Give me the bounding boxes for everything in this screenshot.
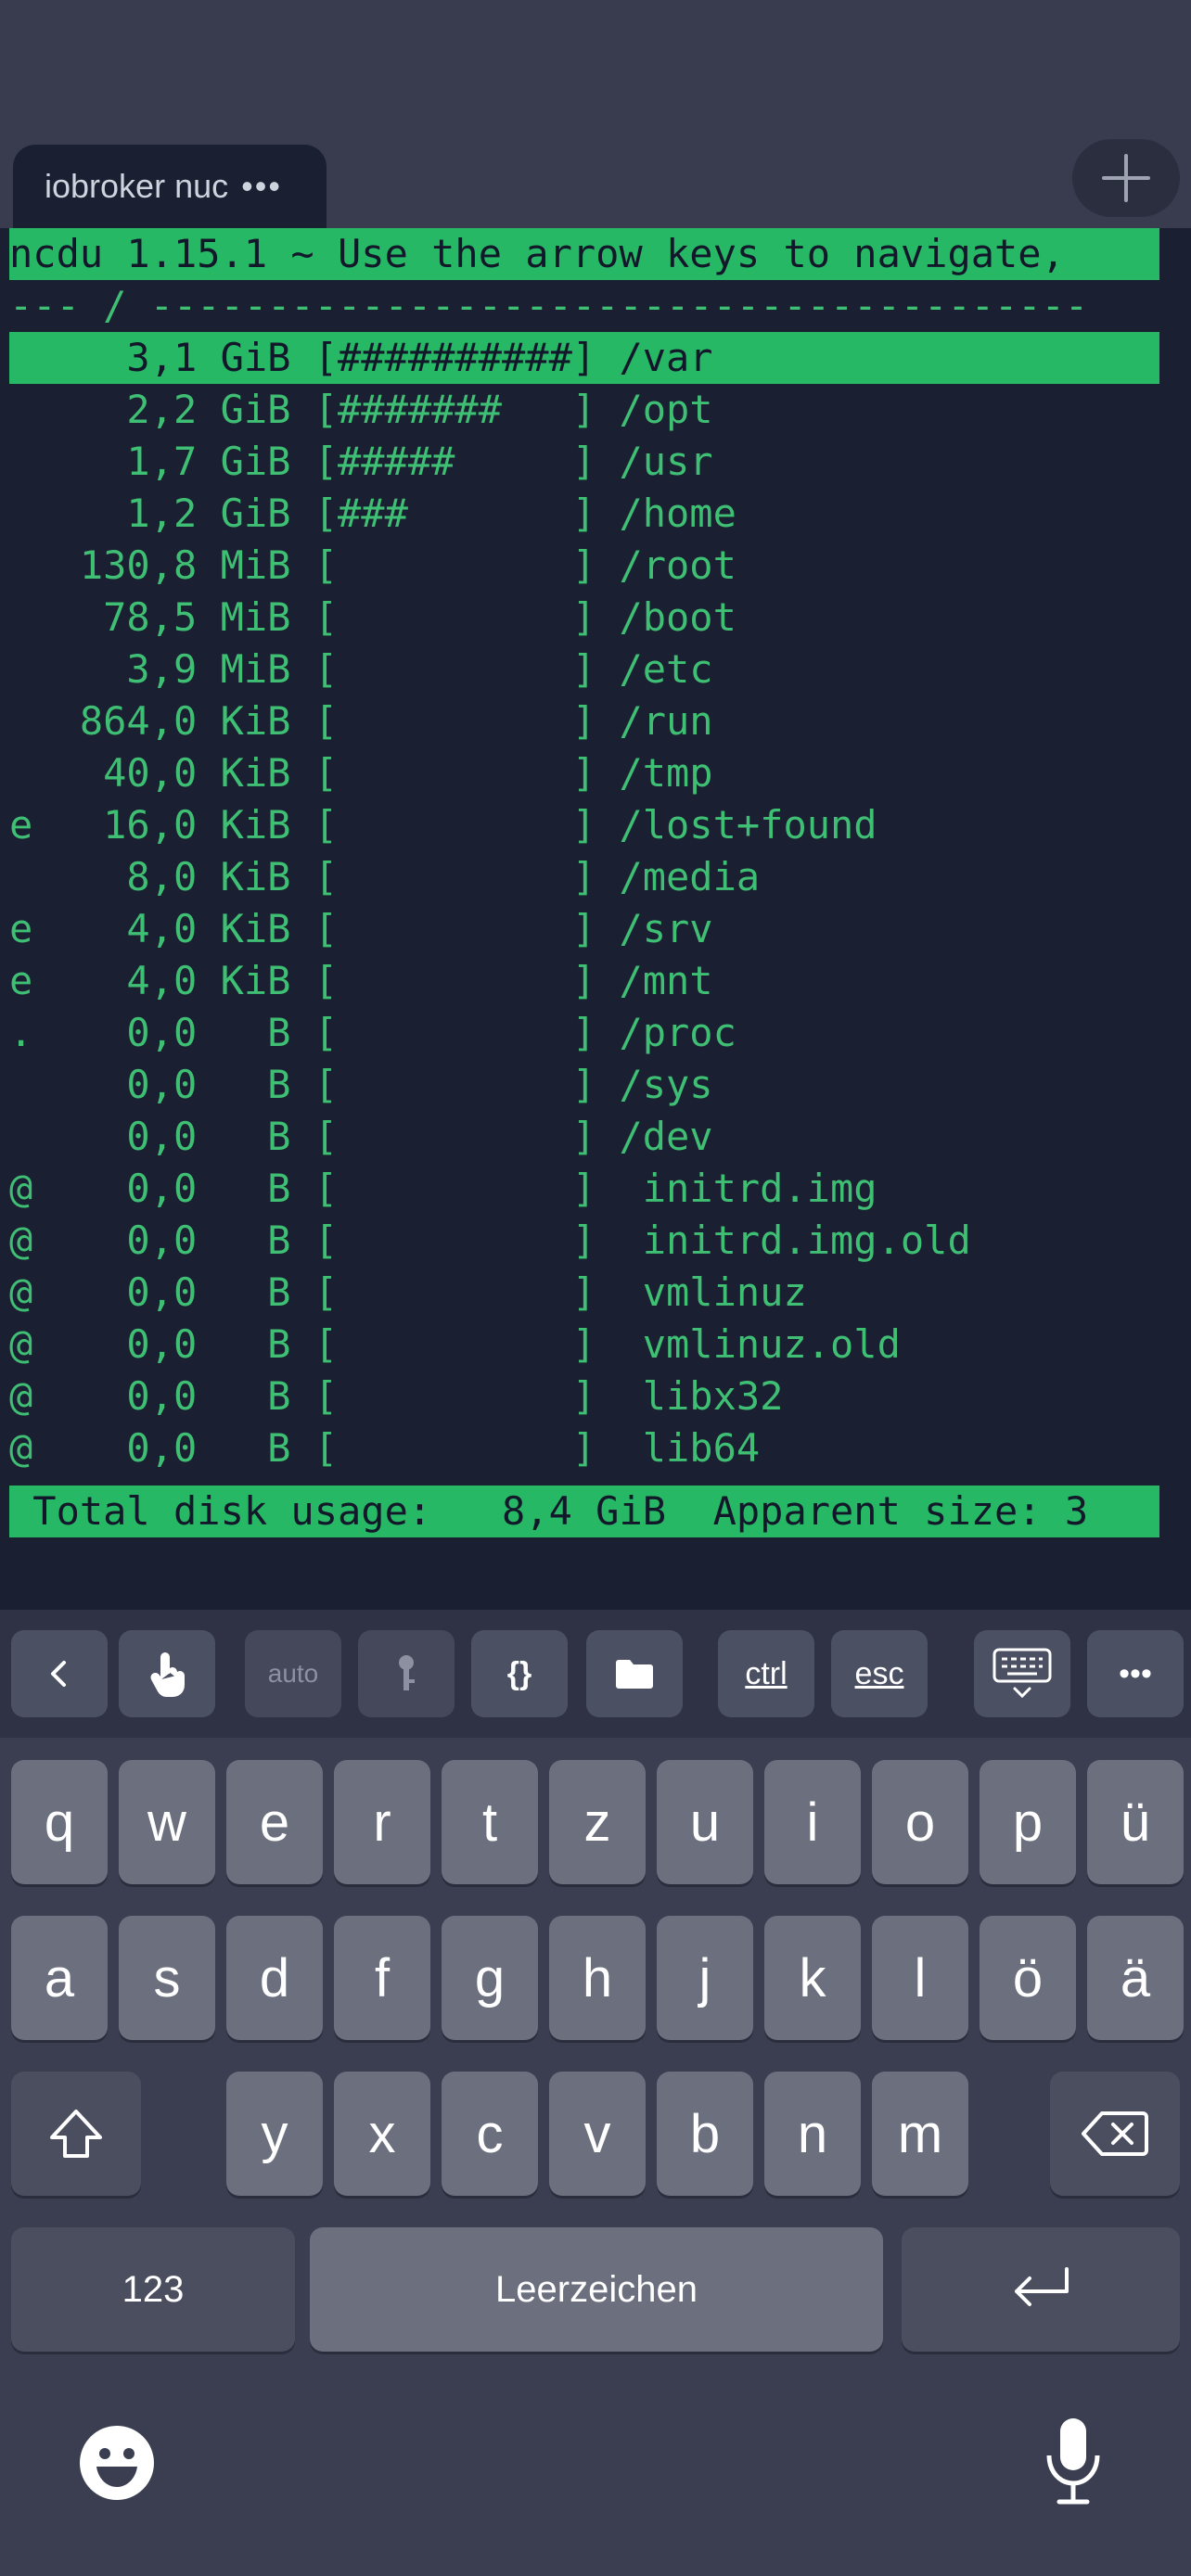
backspace-key[interactable] (1050, 2072, 1180, 2196)
backspace-icon (1082, 2111, 1148, 2156)
key-z[interactable]: z (549, 1760, 646, 1884)
key-c[interactable]: c (442, 2072, 538, 2196)
software-keyboard: q w e r t z u i o p ü a s d f g h j k l … (0, 1738, 1191, 2576)
key-o-umlaut[interactable]: ö (980, 1916, 1076, 2040)
emoji-icon (80, 2426, 154, 2500)
terminal-row-selected[interactable]: 3,1 GiB [##########] /var (9, 332, 1159, 384)
key-i[interactable]: i (764, 1760, 861, 1884)
key-r[interactable]: r (334, 1760, 430, 1884)
accessory-braces-button[interactable]: {} (471, 1630, 568, 1717)
terminal-row[interactable]: e 4,0 KiB [ ] /mnt (9, 955, 713, 1007)
key-w[interactable]: w (119, 1760, 215, 1884)
keyboard-hide-icon (992, 1648, 1052, 1699)
accessory-back-button[interactable] (11, 1630, 108, 1717)
terminal-path-line: --- / ----------------------------------… (9, 283, 1089, 328)
key-d[interactable]: d (226, 1916, 323, 2040)
key-b[interactable]: b (657, 2072, 753, 2196)
key-m[interactable]: m (872, 2072, 968, 2196)
key-s[interactable]: s (119, 1916, 215, 2040)
key-l[interactable]: l (872, 1916, 968, 2040)
key-j[interactable]: j (657, 1916, 753, 2040)
folder-icon (616, 1660, 653, 1689)
accessory-hide-keyboard-button[interactable] (974, 1630, 1070, 1717)
key-e[interactable]: e (226, 1760, 323, 1884)
keyboard-accessory-bar: auto {} ctrl esc ••• (0, 1610, 1191, 1738)
terminal-row[interactable]: 2,2 GiB [####### ] /opt (9, 384, 712, 436)
return-key[interactable] (902, 2227, 1180, 2352)
terminal-row[interactable]: @ 0,0 B [ ] lib64 (9, 1422, 760, 1474)
numbers-key[interactable]: 123 (11, 2227, 295, 2352)
terminal-row[interactable]: 8,0 KiB [ ] /media (9, 851, 760, 903)
terminal-status-line: Total disk usage: 8,4 GiB Apparent size:… (9, 1486, 1159, 1537)
terminal-row[interactable]: @ 0,0 B [ ] vmlinuz.old (9, 1319, 901, 1371)
terminal-row[interactable]: e 16,0 KiB [ ] /lost+found (9, 799, 877, 851)
key-g[interactable]: g (442, 1916, 538, 2040)
terminal-output[interactable]: ncdu 1.15.1 ~ Use the arrow keys to navi… (0, 228, 1191, 1610)
chevron-left-icon (51, 1661, 66, 1687)
terminal-row[interactable]: @ 0,0 B [ ] libx32 (9, 1371, 783, 1422)
add-tab-button[interactable] (1072, 139, 1180, 217)
terminal-row[interactable]: 40,0 KiB [ ] /tmp (9, 747, 712, 799)
touch-icon (150, 1652, 185, 1697)
plus-icon (1102, 154, 1150, 202)
shift-key[interactable] (11, 2072, 141, 2196)
terminal-row[interactable]: 864,0 KiB [ ] /run (9, 695, 713, 747)
accessory-more-button[interactable]: ••• (1087, 1630, 1184, 1717)
session-tab-title: iobroker nuc (45, 167, 229, 205)
key-a-umlaut[interactable]: ä (1087, 1916, 1184, 2040)
key-n[interactable]: n (764, 2072, 861, 2196)
key-v[interactable]: v (549, 2072, 646, 2196)
key-u[interactable]: u (657, 1760, 753, 1884)
dictation-button[interactable] (1044, 2415, 1102, 2512)
accessory-ctrl-button[interactable]: ctrl (718, 1630, 814, 1717)
microphone-icon (1046, 2418, 1100, 2505)
key-a[interactable]: a (11, 1916, 108, 2040)
terminal-row[interactable]: @ 0,0 B [ ] vmlinuz (9, 1267, 807, 1319)
accessory-auto-button[interactable]: auto (245, 1630, 341, 1717)
terminal-header-line: ncdu 1.15.1 ~ Use the arrow keys to navi… (9, 228, 1159, 280)
accessory-esc-button[interactable]: esc (831, 1630, 928, 1717)
accessory-folder-button[interactable] (586, 1630, 683, 1717)
key-u-umlaut[interactable]: ü (1087, 1760, 1184, 1884)
key-q[interactable]: q (11, 1760, 108, 1884)
shift-icon (50, 2110, 102, 2158)
key-icon (399, 1655, 415, 1690)
key-y[interactable]: y (226, 2072, 323, 2196)
return-icon (1015, 2267, 1069, 2306)
terminal-row[interactable]: e 4,0 KiB [ ] /srv (9, 903, 713, 955)
key-p[interactable]: p (980, 1760, 1076, 1884)
tab-menu-button[interactable]: ••• (241, 167, 282, 206)
key-h[interactable]: h (549, 1916, 646, 2040)
terminal-row[interactable]: @ 0,0 B [ ] initrd.img.old (9, 1215, 971, 1267)
key-k[interactable]: k (764, 1916, 861, 2040)
space-key[interactable]: Leerzeichen (310, 2227, 883, 2352)
terminal-row[interactable]: 1,7 GiB [##### ] /usr (9, 436, 712, 488)
accessory-key-button[interactable] (358, 1630, 455, 1717)
terminal-row[interactable]: 0,0 B [ ] /sys (9, 1059, 712, 1111)
terminal-row[interactable]: @ 0,0 B [ ] initrd.img (9, 1163, 877, 1215)
key-x[interactable]: x (334, 2072, 430, 2196)
key-t[interactable]: t (442, 1760, 538, 1884)
accessory-touch-button[interactable] (119, 1630, 215, 1717)
terminal-row[interactable]: . 0,0 B [ ] /proc (9, 1007, 736, 1059)
terminal-row[interactable]: 3,9 MiB [ ] /etc (9, 644, 712, 695)
emoji-button[interactable] (78, 2424, 156, 2506)
terminal-row[interactable]: 1,2 GiB [### ] /home (9, 488, 736, 540)
terminal-row[interactable]: 78,5 MiB [ ] /boot (9, 592, 736, 644)
key-f[interactable]: f (334, 1916, 430, 2040)
terminal-row[interactable]: 0,0 B [ ] /dev (9, 1111, 712, 1163)
key-o[interactable]: o (872, 1760, 968, 1884)
terminal-row[interactable]: 130,8 MiB [ ] /root (9, 540, 736, 592)
session-tab[interactable]: iobroker nuc ••• (13, 145, 327, 228)
